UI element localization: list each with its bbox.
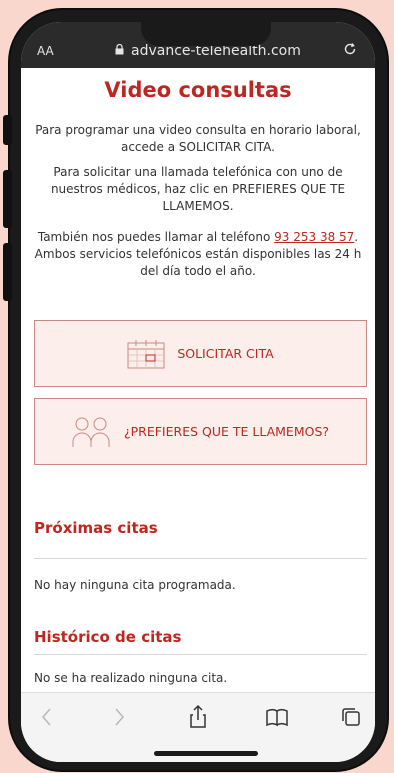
share-icon[interactable]	[184, 703, 212, 731]
calendar-icon	[127, 339, 165, 368]
solicitar-cita-button[interactable]: SOLICITAR CITA	[34, 320, 367, 387]
historico-citas-title: Histórico de citas	[34, 628, 182, 646]
book-icon[interactable]	[263, 703, 291, 731]
notch	[141, 22, 271, 46]
phone-text-prefix: También nos puedes llamar al teléfono	[37, 230, 275, 244]
page-content: Video consultas Para programar una video…	[21, 68, 375, 692]
intro-paragraph: Para programar una video consulta en hor…	[35, 123, 361, 154]
forward-icon[interactable]	[105, 703, 133, 731]
side-button	[3, 170, 12, 228]
home-indicator	[154, 751, 258, 756]
prefieres-llamemos-button[interactable]: ¿PREFIERES QUE TE LLAMEMOS?	[34, 398, 367, 465]
page-title: Video consultas	[104, 78, 292, 102]
side-button	[3, 115, 12, 145]
proximas-citas-empty: No hay ninguna cita programada.	[34, 578, 236, 592]
tabs-icon[interactable]	[337, 703, 365, 731]
proximas-citas-title: Próximas citas	[34, 519, 158, 537]
lock-icon	[115, 43, 124, 58]
divider	[34, 654, 367, 655]
prefieres-llamemos-label: ¿PREFIERES QUE TE LLAMEMOS?	[123, 424, 330, 439]
side-button	[3, 243, 12, 301]
historico-citas-empty: No se ha realizado ninguna cita.	[34, 671, 228, 685]
phone-paragraph: También nos puedes llamar al teléfono 93…	[31, 229, 365, 280]
people-icon	[72, 417, 110, 447]
reload-icon[interactable]	[343, 42, 357, 60]
phone-link[interactable]: 93 253 38 57	[274, 230, 354, 244]
back-icon[interactable]	[33, 703, 61, 731]
solicitar-cita-label: SOLICITAR CITA	[177, 346, 274, 361]
reader-text-size-button[interactable]: AA	[37, 44, 54, 58]
divider	[34, 558, 367, 559]
phone-screen: AA advance-telehealth.com Video consulta…	[21, 22, 375, 762]
call-paragraph: Para solicitar una llamada telefónica co…	[50, 165, 346, 213]
